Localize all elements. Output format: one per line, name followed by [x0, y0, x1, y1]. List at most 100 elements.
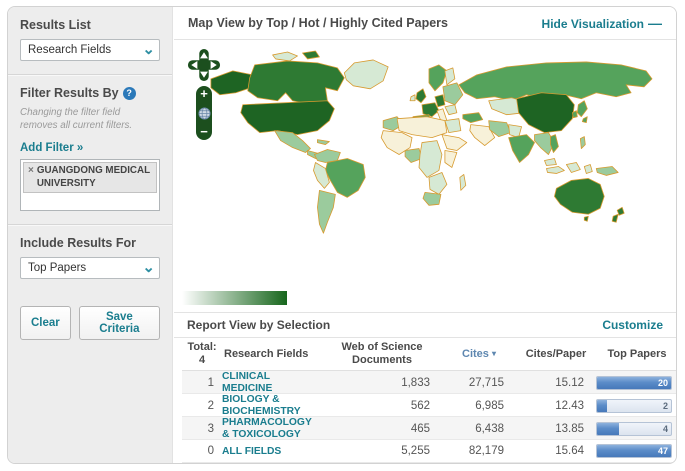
- results-list-section: Results List Research Fields ⌄: [8, 7, 172, 75]
- country-mexico[interactable]: [275, 131, 311, 153]
- customize-link[interactable]: Customize: [602, 318, 663, 332]
- country-japan[interactable]: [582, 117, 587, 123]
- column-header-research-fields[interactable]: Research Fields: [222, 348, 322, 361]
- cites-per-paper-value: 13.85: [516, 423, 596, 435]
- country-indonesia[interactable]: [584, 164, 592, 173]
- report-table-header: Total: 4 Research Fields Web of Science …: [182, 338, 676, 371]
- region-horn-of-africa[interactable]: [442, 135, 467, 151]
- column-header-wos-documents[interactable]: Web of Science Documents: [322, 341, 442, 367]
- table-row: 2 BIOLOGY & BIOCHEMISTRY 562 6,985 12.43…: [182, 394, 676, 417]
- top-papers-bar-fill: [597, 400, 607, 412]
- choropleth-color-legend: [182, 291, 287, 305]
- sidebar-actions: Clear Save Criteria: [8, 292, 172, 354]
- country-brazil[interactable]: [325, 159, 365, 198]
- row-rank: 1: [182, 377, 222, 389]
- research-field-link[interactable]: BIOLOGY & BIOCHEMISTRY: [222, 394, 322, 417]
- country-japan[interactable]: [577, 101, 587, 117]
- cites-per-paper-value: 12.43: [516, 400, 596, 412]
- report-header: Report View by Selection Customize: [174, 312, 676, 338]
- country-canada[interactable]: [248, 61, 345, 105]
- country-egypt[interactable]: [445, 119, 461, 133]
- results-list-select[interactable]: Research Fields ⌄: [20, 39, 160, 61]
- country-new-zealand[interactable]: [612, 214, 618, 222]
- table-row: 3 PHARMACOLOGY & TOXICOLOGY 465 6,438 13…: [182, 417, 676, 440]
- top-papers-bar: 47: [596, 444, 672, 458]
- country-finland[interactable]: [445, 68, 455, 85]
- map-header: Map View by Top / Hot / Highly Cited Pap…: [174, 7, 676, 40]
- country-philippines[interactable]: [580, 137, 585, 149]
- country-ireland[interactable]: [410, 95, 415, 101]
- country-france[interactable]: [422, 103, 439, 117]
- filter-hint-text: Changing the filter field removes all cu…: [20, 107, 160, 132]
- include-results-select[interactable]: Top Papers ⌄: [20, 257, 160, 279]
- cites-per-paper-value: 15.12: [516, 377, 596, 389]
- top-papers-value: 2: [663, 401, 668, 411]
- country-turkey[interactable]: [463, 113, 483, 123]
- pan-center: [190, 51, 197, 58]
- column-header-cites-sorted[interactable]: Cites ▾: [442, 348, 516, 361]
- country-china[interactable]: [517, 93, 575, 133]
- filter-chip[interactable]: × GUANGDONG MEDICAL UNIVERSITY: [23, 162, 157, 192]
- country-malaysia[interactable]: [544, 159, 556, 166]
- arctic-islands[interactable]: [303, 51, 320, 59]
- region-balkans[interactable]: [445, 105, 457, 115]
- map-visualization-area: + −: [174, 40, 676, 312]
- help-icon[interactable]: ?: [123, 87, 136, 100]
- column-header-cites-per-paper[interactable]: Cites/Paper: [516, 348, 596, 361]
- zoom-out-button[interactable]: −: [196, 125, 212, 139]
- research-field-link[interactable]: CLINICAL MEDICINE: [222, 371, 322, 394]
- world-map-choropleth[interactable]: [178, 43, 666, 277]
- map-view-title: Map View by Top / Hot / Highly Cited Pap…: [188, 16, 448, 30]
- save-criteria-button[interactable]: Save Criteria: [79, 306, 160, 340]
- region-tasmania[interactable]: [584, 216, 588, 221]
- active-filters-box: × GUANGDONG MEDICAL UNIVERSITY: [20, 159, 160, 211]
- country-australia[interactable]: [554, 178, 604, 214]
- cites-value: 6,985: [442, 400, 516, 412]
- row-rank: 0: [182, 445, 222, 457]
- filter-results-by-label: Filter Results By?: [20, 86, 160, 100]
- country-uk[interactable]: [416, 89, 426, 103]
- cites-value: 6,438: [442, 423, 516, 435]
- results-list-label: Results List: [20, 18, 160, 32]
- country-indonesia[interactable]: [546, 166, 564, 173]
- country-indonesia[interactable]: [566, 162, 580, 172]
- country-south-africa[interactable]: [423, 192, 441, 205]
- region-southeast-africa[interactable]: [429, 172, 447, 194]
- country-vietnam[interactable]: [550, 135, 558, 153]
- top-papers-bar-cell: 20: [596, 376, 677, 390]
- wos-documents-value: 5,255: [322, 445, 442, 457]
- globe-icon[interactable]: [198, 107, 211, 120]
- clear-button[interactable]: Clear: [20, 306, 71, 340]
- table-row: 0 ALL FIELDS 5,255 82,179 15.64 47: [182, 440, 676, 463]
- remove-filter-icon[interactable]: ×: [28, 165, 34, 177]
- country-india[interactable]: [509, 135, 535, 163]
- country-papua-new-guinea[interactable]: [596, 166, 618, 175]
- wos-documents-value: 1,833: [322, 377, 442, 389]
- cites-per-paper-value: 15.64: [516, 445, 596, 457]
- column-header-total: Total: 4: [182, 341, 222, 367]
- research-field-link[interactable]: ALL FIELDS: [222, 446, 322, 458]
- top-papers-bar: 2: [596, 399, 672, 413]
- country-cuba[interactable]: [317, 140, 329, 145]
- wos-documents-value: 562: [322, 400, 442, 412]
- main-panel: Map View by Top / Hot / Highly Cited Pap…: [174, 7, 676, 463]
- country-madagascar[interactable]: [460, 174, 466, 190]
- region-east-africa[interactable]: [445, 151, 457, 168]
- wos-documents-value: 465: [322, 423, 442, 435]
- column-header-top-papers[interactable]: Top Papers: [596, 348, 677, 361]
- map-pan-control[interactable]: [187, 48, 221, 82]
- sort-descending-icon: ▾: [492, 349, 496, 358]
- row-rank: 2: [182, 400, 222, 412]
- filter-section: Filter Results By? Changing the filter f…: [8, 75, 172, 225]
- add-filter-link[interactable]: Add Filter »: [20, 142, 83, 154]
- zoom-in-button[interactable]: +: [196, 87, 212, 101]
- country-usa[interactable]: [241, 101, 335, 135]
- research-field-link[interactable]: PHARMACOLOGY & TOXICOLOGY: [222, 417, 322, 440]
- sidebar: Results List Research Fields ⌄ Filter Re…: [8, 7, 173, 463]
- region-central-africa[interactable]: [419, 141, 442, 178]
- hide-visualization-link[interactable]: Hide Visualization—: [542, 15, 662, 31]
- country-greenland[interactable]: [344, 60, 388, 89]
- top-papers-bar-fill: [597, 423, 619, 435]
- arctic-islands[interactable]: [273, 52, 298, 61]
- region-chile-argentina[interactable]: [317, 190, 335, 233]
